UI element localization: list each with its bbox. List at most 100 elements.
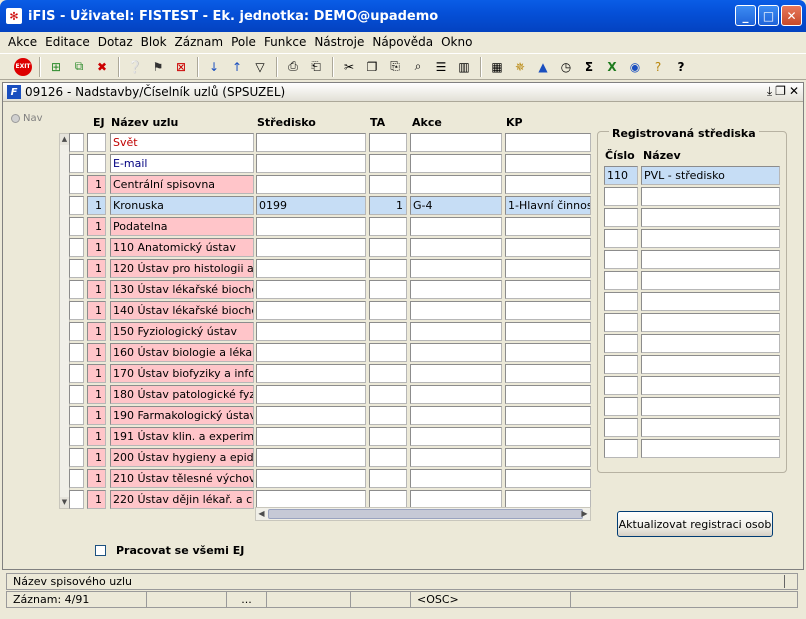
row-selector[interactable] — [69, 154, 84, 173]
find-icon[interactable]: ⌕ — [407, 56, 429, 78]
cell-ta[interactable] — [369, 406, 407, 425]
row-selector[interactable] — [69, 490, 84, 509]
delete-record-icon[interactable]: ✖ — [91, 56, 113, 78]
cell-kp[interactable] — [505, 322, 591, 341]
menu-okno[interactable]: Okno — [437, 35, 476, 49]
row-selector[interactable] — [69, 301, 84, 320]
cell-stredisko[interactable] — [256, 343, 366, 362]
cell-kp[interactable]: 1-Hlavní činnost — [505, 196, 591, 215]
cell-ta[interactable] — [369, 364, 407, 383]
reg-cell-nazev[interactable] — [641, 187, 780, 206]
reg-cell-nazev[interactable] — [641, 334, 780, 353]
cell-ej[interactable]: 1 — [87, 490, 106, 509]
row-selector[interactable] — [69, 364, 84, 383]
reg-cell-nazev[interactable] — [641, 208, 780, 227]
cell-akce[interactable] — [410, 448, 502, 467]
cell-ej[interactable]: 1 — [87, 196, 106, 215]
cell-name[interactable]: Podatelna — [110, 217, 254, 236]
print-icon[interactable]: ⎙ — [282, 56, 304, 78]
calculator-icon[interactable]: ▦ — [486, 56, 508, 78]
insert-record-icon[interactable]: ⊞ — [45, 56, 67, 78]
cell-akce[interactable] — [410, 154, 502, 173]
cell-kp[interactable] — [505, 448, 591, 467]
cell-name[interactable]: 170 Ústav biofyziky a informe — [110, 364, 254, 383]
cell-kp[interactable] — [505, 301, 591, 320]
cell-stredisko[interactable] — [256, 175, 366, 194]
cell-kp[interactable] — [505, 175, 591, 194]
cell-ta[interactable] — [369, 322, 407, 341]
cell-kp[interactable] — [505, 364, 591, 383]
menu-dotaz[interactable]: Dotaz — [94, 35, 137, 49]
close-button[interactable]: ✕ — [781, 5, 802, 26]
cell-ej[interactable]: 1 — [87, 301, 106, 320]
reg-cell-nazev[interactable] — [641, 439, 780, 458]
cell-ta[interactable] — [369, 427, 407, 446]
menu-napoveda[interactable]: Nápověda — [368, 35, 437, 49]
sort-ascending-icon[interactable]: ↓ — [203, 56, 225, 78]
cell-ej[interactable]: 1 — [87, 175, 106, 194]
cancel-query-icon[interactable]: ⊠ — [170, 56, 192, 78]
reg-cell-cislo[interactable] — [604, 187, 638, 206]
cell-stredisko[interactable] — [256, 469, 366, 488]
cell-stredisko[interactable]: 0199 — [256, 196, 366, 215]
cell-akce[interactable] — [410, 133, 502, 152]
cell-kp[interactable] — [505, 469, 591, 488]
reg-cell-nazev[interactable] — [641, 229, 780, 248]
cell-ej[interactable]: 1 — [87, 259, 106, 278]
menu-akce[interactable]: Akce — [4, 35, 41, 49]
cell-akce[interactable] — [410, 238, 502, 257]
cell-ej[interactable]: 1 — [87, 364, 106, 383]
cell-stredisko[interactable] — [256, 259, 366, 278]
menu-blok[interactable]: Blok — [137, 35, 171, 49]
reg-cell-cislo[interactable] — [604, 292, 638, 311]
cell-name[interactable]: 200 Ústav hygieny a epidemic — [110, 448, 254, 467]
form-close-icon[interactable]: ✕ — [789, 84, 799, 99]
exit-button[interactable]: EXIT — [12, 56, 34, 78]
row-selector[interactable] — [69, 259, 84, 278]
cell-kp[interactable] — [505, 259, 591, 278]
help-icon[interactable]: ? — [670, 56, 692, 78]
reg-cell-cislo[interactable] — [604, 439, 638, 458]
cell-stredisko[interactable] — [256, 301, 366, 320]
excel-icon[interactable]: X — [601, 56, 623, 78]
row-selector[interactable] — [69, 175, 84, 194]
cell-kp[interactable] — [505, 385, 591, 404]
cell-name[interactable]: E-mail — [110, 154, 254, 173]
cell-ej[interactable]: 1 — [87, 469, 106, 488]
cell-name[interactable]: 160 Ústav biologie a lékařské — [110, 343, 254, 362]
cell-kp[interactable] — [505, 133, 591, 152]
cell-stredisko[interactable] — [256, 322, 366, 341]
web-icon[interactable]: ◉ — [624, 56, 646, 78]
cell-ta[interactable] — [369, 280, 407, 299]
scroll-left-icon[interactable]: ◀ — [256, 508, 267, 520]
reg-cell-cislo[interactable] — [604, 397, 638, 416]
scroll-thumb[interactable] — [268, 509, 583, 519]
cell-ej[interactable] — [87, 133, 106, 152]
reg-cell-nazev[interactable] — [641, 397, 780, 416]
row-selector[interactable] — [69, 448, 84, 467]
cell-name[interactable]: 191 Ústav klin. a experimentá — [110, 427, 254, 446]
columns-icon[interactable]: ▥ — [453, 56, 475, 78]
cell-ej[interactable]: 1 — [87, 217, 106, 236]
cell-stredisko[interactable] — [256, 280, 366, 299]
cell-ej[interactable]: 1 — [87, 427, 106, 446]
scroll-up-icon[interactable]: ▲ — [60, 134, 69, 145]
cut-icon[interactable]: ✂ — [338, 56, 360, 78]
cell-ta[interactable] — [369, 154, 407, 173]
cell-ta[interactable] — [369, 217, 407, 236]
cell-stredisko[interactable] — [256, 364, 366, 383]
row-selector[interactable] — [69, 427, 84, 446]
row-selector[interactable] — [69, 217, 84, 236]
reg-cell-cislo[interactable] — [604, 229, 638, 248]
cell-ej[interactable]: 1 — [87, 385, 106, 404]
menu-funkce[interactable]: Funkce — [260, 35, 310, 49]
cell-stredisko[interactable] — [256, 385, 366, 404]
cell-ej[interactable]: 1 — [87, 406, 106, 425]
cell-ta[interactable] — [369, 301, 407, 320]
reg-cell-cislo[interactable] — [604, 208, 638, 227]
cell-akce[interactable] — [410, 343, 502, 362]
form-title-bar[interactable]: F 09126 - Nadstavby/Číselník uzlů (SPSUZ… — [3, 83, 803, 102]
filter-icon[interactable]: ▽ — [249, 56, 271, 78]
cell-akce[interactable] — [410, 364, 502, 383]
cell-akce[interactable]: G-4 — [410, 196, 502, 215]
